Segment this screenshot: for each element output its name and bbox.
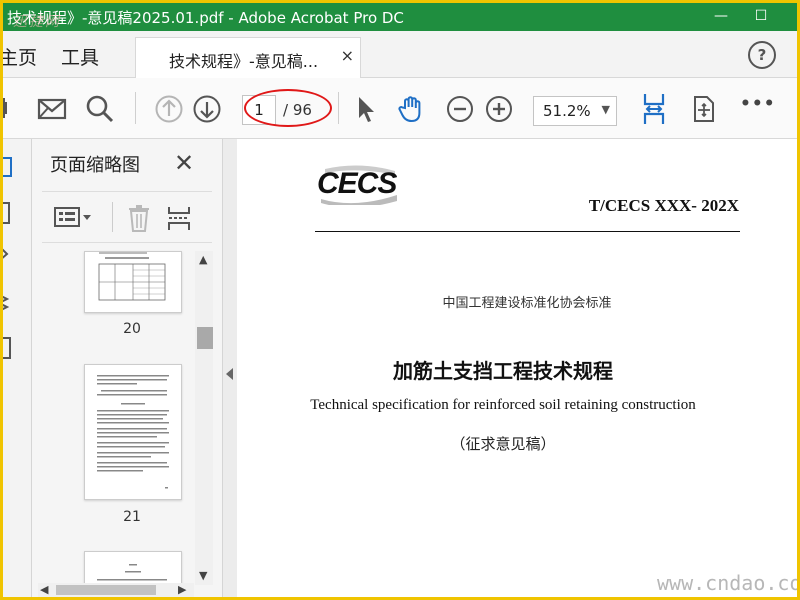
document-title-cn: 加筋土支挡工程技术规程 (393, 359, 613, 383)
fit-width-icon[interactable] (639, 92, 669, 126)
document-title-en: Technical specification for reinforced s… (310, 397, 696, 413)
options-menu-icon[interactable] (54, 206, 94, 228)
toolbar-separator (135, 92, 136, 124)
hand-tool-icon[interactable] (397, 94, 427, 124)
document-view: CECS T/CECS XXX- 202X 中国工程建设标准化协会标准 加筋土支… (237, 139, 797, 597)
scroll-up-icon[interactable]: ▲ (199, 253, 207, 266)
full-screen-icon[interactable] (689, 94, 719, 124)
association-name: 中国工程建设标准化协会标准 (442, 296, 612, 311)
window-title: 技术规程》-意见稿2025.01.pdf - Adobe Acrobat Pro… (7, 9, 404, 27)
bookmarks-icon[interactable] (3, 201, 17, 225)
panel-title: 页面缩略图 (50, 155, 140, 176)
panel-separator (112, 202, 113, 232)
thumbnail-label: 21 (123, 509, 141, 525)
close-icon[interactable]: ✕ (174, 149, 194, 177)
thumbnail-label: 20 (123, 321, 141, 337)
header-rule (315, 231, 740, 232)
chevron-down-icon: ▼ (601, 103, 610, 116)
insert-page-icon[interactable] (166, 204, 192, 232)
thumbnails-panel: 页面缩略图 ✕ 20 21 ▲ ▼ ◀ ▶ (32, 139, 222, 597)
scroll-left-icon[interactable]: ◀ (40, 583, 48, 596)
thumbnail-horizontal-scrollbar[interactable]: ◀ ▶ (38, 583, 194, 597)
zoom-out-icon[interactable] (445, 94, 475, 124)
attachments-icon[interactable] (3, 243, 17, 263)
menu-bar: 主页 工具 技术规程》-意见稿... × ? (3, 31, 797, 78)
annotation-ellipse (244, 89, 332, 127)
search-icon[interactable] (85, 94, 115, 124)
previous-page-icon[interactable] (154, 94, 184, 124)
scrollbar-thumb[interactable] (56, 585, 156, 595)
toolbar: 1 / 96 51.2% ▼ ••• (3, 78, 797, 139)
scroll-down-icon[interactable]: ▼ (199, 569, 207, 582)
navigation-rail (3, 139, 32, 597)
help-button[interactable]: ? (748, 41, 776, 69)
delete-page-icon[interactable] (126, 204, 152, 232)
thumbnail-content (97, 564, 167, 581)
watermark-url: www.cndao.com (657, 571, 797, 595)
zoom-dropdown[interactable]: 51.2% ▼ (533, 96, 617, 126)
page-thumbnail-22[interactable] (84, 551, 182, 587)
email-icon[interactable] (37, 94, 67, 124)
page-thumbnail-20[interactable] (84, 251, 182, 313)
panel-toolbar (42, 191, 212, 243)
layers-icon[interactable] (3, 291, 17, 315)
draft-label: （征求意见稿） (450, 435, 556, 453)
toolbar-separator (338, 92, 339, 124)
acrobat-window: 技术规程》-意见稿2025.01.pdf - Adobe Acrobat Pro… (3, 3, 797, 597)
logo-text: CECS (317, 167, 397, 200)
cecs-logo: CECS (315, 165, 401, 205)
zoom-value: 51.2% (543, 102, 591, 120)
standard-number: T/CECS XXX- 202X (588, 196, 739, 215)
title-bar: 技术规程》-意见稿2025.01.pdf - Adobe Acrobat Pro… (3, 3, 797, 31)
document-tab-label: 技术规程》-意见稿... (169, 52, 319, 71)
menu-tools[interactable]: 工具 (61, 43, 99, 70)
signatures-icon[interactable] (3, 335, 17, 361)
thumbnail-vertical-scrollbar[interactable]: ▲ ▼ (195, 251, 213, 585)
scroll-right-icon[interactable]: ▶ (178, 583, 186, 596)
page-thumbnail-21[interactable] (84, 364, 182, 500)
close-tab-icon[interactable]: × (341, 46, 354, 65)
maximize-button[interactable]: ☐ (749, 5, 773, 27)
attach-icon[interactable] (3, 96, 15, 126)
scrollbar-thumb[interactable] (197, 327, 213, 349)
thumbnail-content (97, 375, 169, 489)
zoom-in-icon[interactable] (484, 94, 514, 124)
document-tab[interactable]: 技术规程》-意见稿... × (135, 37, 361, 78)
page-thumbnails-icon[interactable] (3, 155, 17, 179)
thumbnail-content (98, 252, 166, 301)
next-page-icon[interactable] (192, 94, 222, 124)
more-tools-icon[interactable]: ••• (740, 94, 776, 114)
menu-home[interactable]: 主页 (3, 43, 37, 70)
minimize-button[interactable]: — (709, 5, 733, 27)
select-cursor-icon[interactable] (351, 94, 381, 124)
